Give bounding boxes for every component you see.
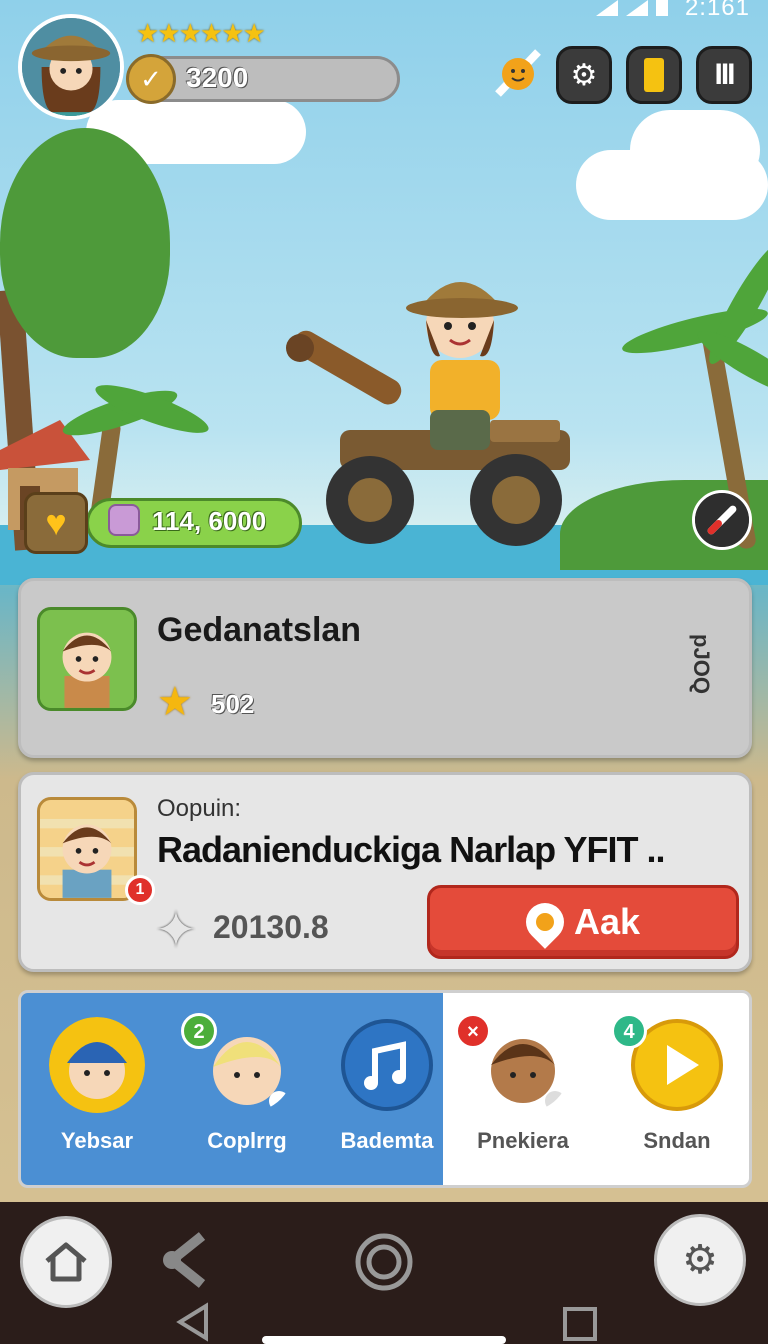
friend-name: Pnekiera [477,1128,569,1153]
player-name: Gedanatslan [157,611,362,649]
star-icon: ★ [157,680,193,724]
wifi-icon [596,0,618,16]
pause-icon: III [714,58,735,91]
location-pin-icon [518,895,572,949]
recents-icon[interactable] [562,1306,598,1342]
share-icon[interactable] [162,1230,212,1290]
ask-button-label: Aak [573,901,641,942]
options-button[interactable]: ⚙ [654,1214,746,1306]
sun-bonus-icon[interactable] [490,46,544,100]
friend-item[interactable]: Coplrrg 2 [181,1013,307,1154]
friend-item[interactable]: Sndan 4 [611,1013,737,1154]
home-button[interactable] [20,1216,112,1308]
settings-icon: ⚙ [570,58,598,92]
quest-label: Oopuin: [157,795,242,822]
player-portrait [37,607,137,711]
friend-name: Bademta [340,1128,434,1153]
friend-item[interactable]: Pnekiera × [455,1013,583,1154]
quest-title: Radanienduckiga Narlap YFIT .. [157,829,665,870]
tree [0,128,170,358]
friend-avatar [49,1017,145,1113]
friend-name: Coplrrg [207,1128,287,1153]
paint-brush-button[interactable] [692,490,752,550]
rating-stars: ★★★★★★ [136,18,266,48]
card-icon [644,58,664,92]
quest-portrait [37,797,137,901]
player-avatar[interactable] [18,14,124,120]
back-icon[interactable] [176,1302,210,1342]
game-screen: { "status_bar": {"time": "2:161"}, "hud"… [0,0,768,1344]
friend-name: Sndan [643,1128,711,1153]
player-vehicle [286,282,570,546]
ask-button[interactable]: Aak [427,885,739,959]
friend-item[interactable]: Yebsar [37,1017,157,1154]
signal-icon [626,0,648,16]
side-label: pJOQ [689,634,715,694]
health-value: 114, 6000 [152,506,267,536]
friend-item[interactable]: Bademta [327,1017,447,1154]
status-time: 2:161 [684,0,750,21]
quest-value: 20130.8 [213,909,329,945]
home-icon [45,1242,87,1282]
record-icon[interactable] [354,1232,414,1292]
settings-button[interactable]: ⚙ [556,46,612,104]
player-card[interactable]: Gedanatslan ★ 502 pJOQ [18,578,752,758]
music-icon [341,1019,433,1111]
battery-icon [656,0,668,16]
quest-card: 1 Oopuin: Radanienduckiga Narlap YFIT ..… [18,772,752,972]
friend-badge: 2 [181,1013,217,1049]
check-coin-icon: ✓ [126,54,176,104]
status-icons [596,0,668,18]
bottom-navbar: ⚙ [0,1202,768,1344]
home-indicator[interactable] [262,1336,506,1344]
gear-icon: ⚙ [682,1238,718,1282]
menu-button[interactable]: III [696,46,752,104]
heart-icon: ♥ [24,492,88,554]
cloud [630,110,760,190]
diamond-icon: ✦ [155,902,197,958]
friend-name: Yebsar [60,1128,134,1153]
friend-badge: 4 [611,1013,647,1049]
card-button[interactable] [626,46,682,104]
remove-badge[interactable]: × [455,1013,491,1049]
coin-value: 3200 [186,62,249,93]
friends-bar: Yebsar Coplrrg 2 Bademta Pnekiera × Snda… [18,990,752,1188]
notification-badge: 1 [125,875,155,905]
player-score: 502 [211,689,255,719]
health-item-icon [108,504,140,536]
